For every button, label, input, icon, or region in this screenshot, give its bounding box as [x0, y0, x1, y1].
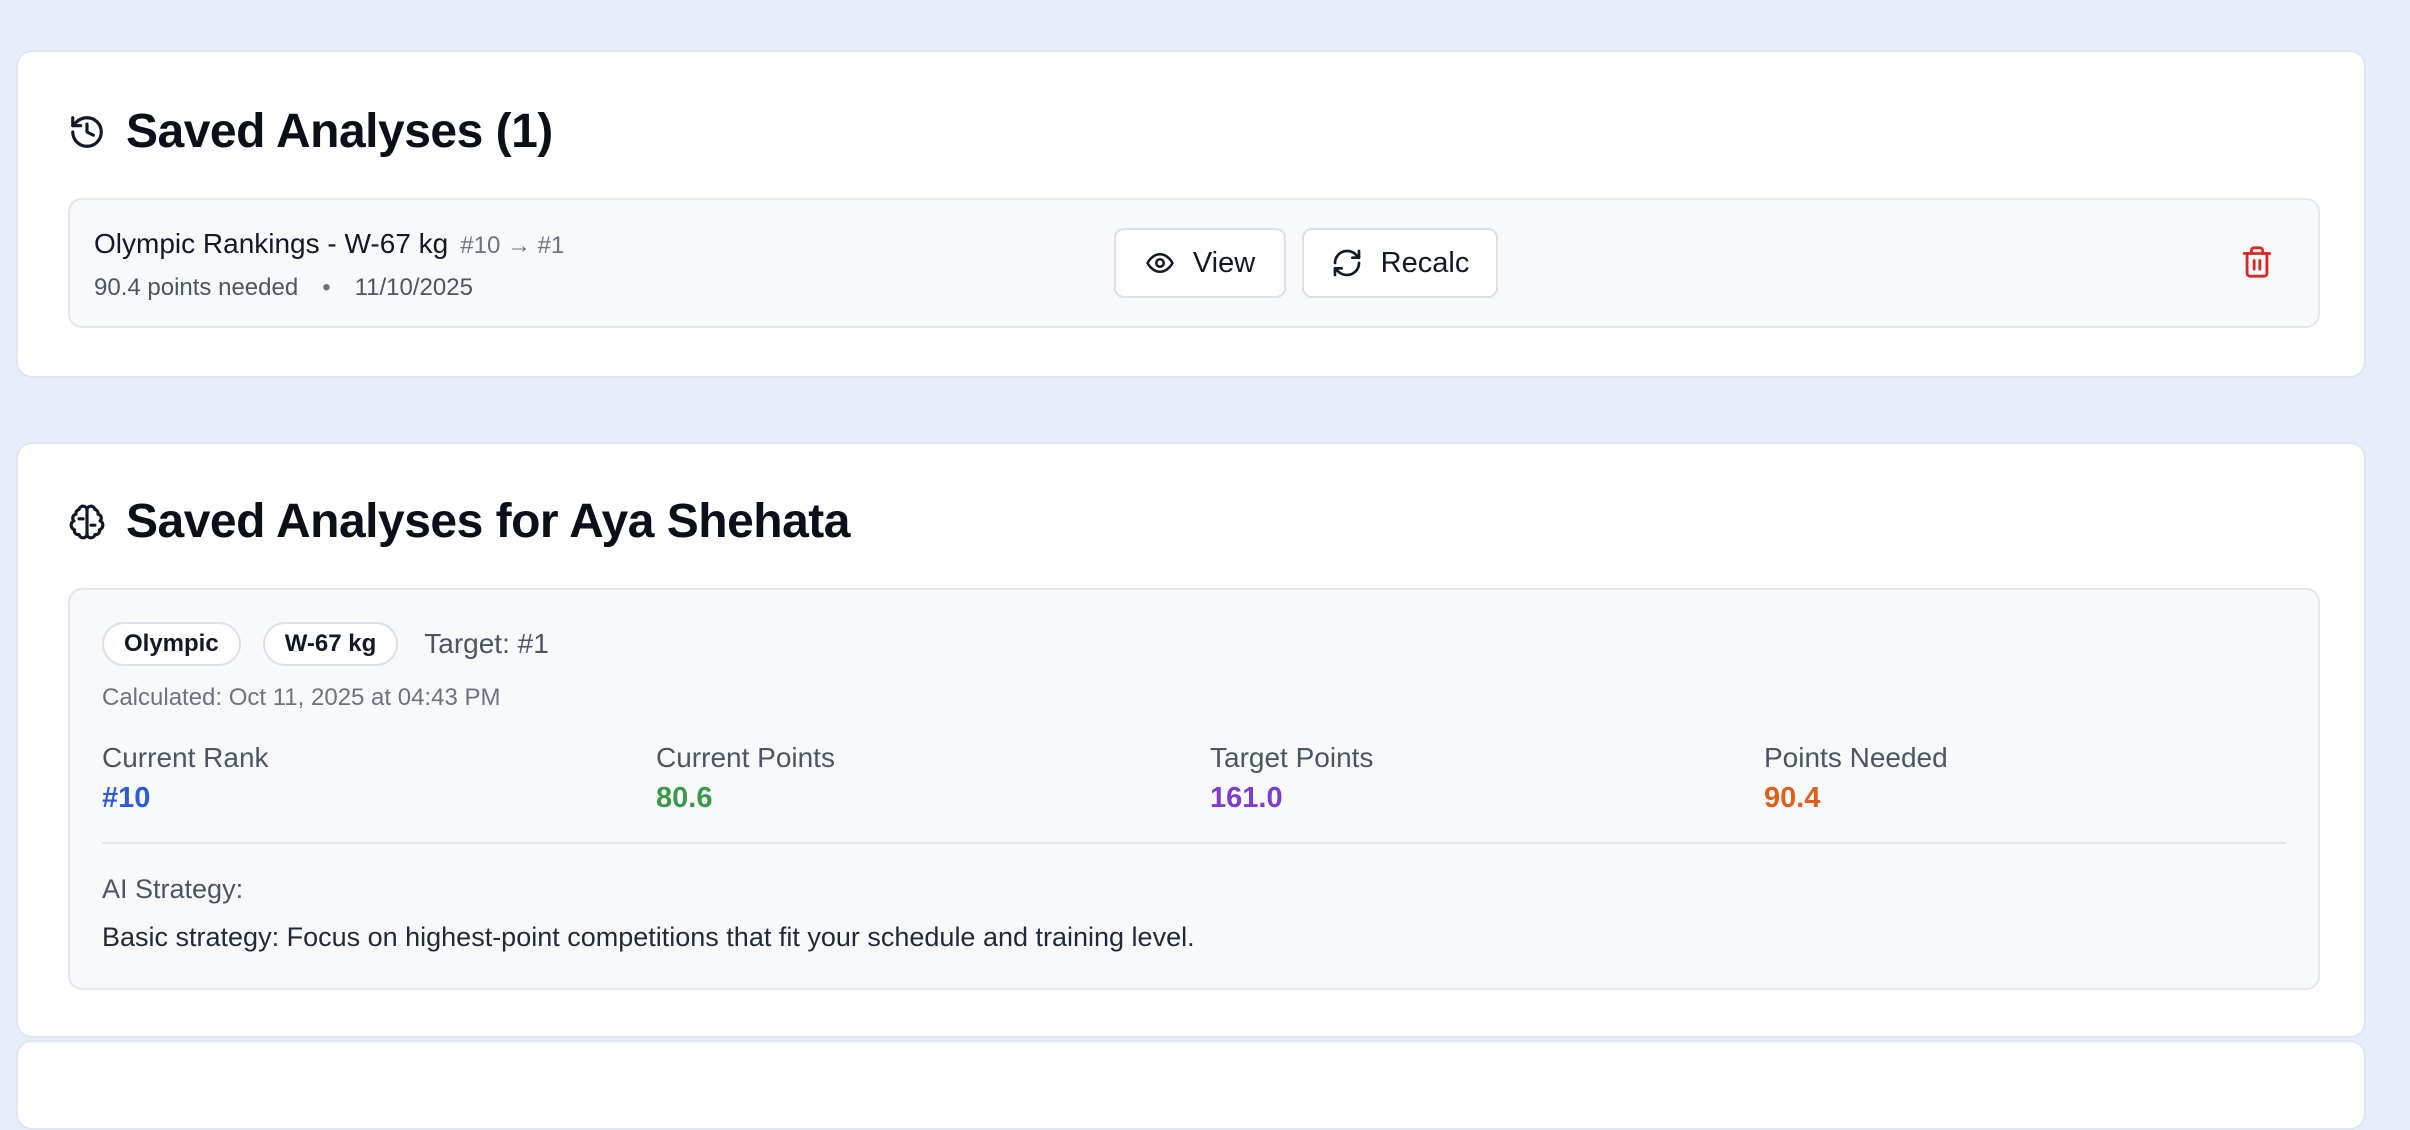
saved-analyses-header: Saved Analyses (1): [68, 104, 553, 159]
badge-weight-class: W-67 kg: [262, 622, 399, 666]
eye-icon: [1145, 248, 1175, 278]
view-button[interactable]: View: [1114, 228, 1286, 298]
stat-value: #10: [102, 782, 151, 814]
stat-label: Target Points: [1210, 742, 1374, 773]
stat-value: 161.0: [1210, 782, 1283, 814]
meta-separator: •: [322, 274, 331, 301]
analysis-meta: 90.4 points needed • 11/10/2025: [94, 274, 473, 302]
recalc-button[interactable]: Recalc: [1302, 228, 1498, 298]
view-button-label: View: [1192, 246, 1256, 279]
recalc-button-label: Recalc: [1380, 246, 1470, 279]
analysis-tags: Olympic W-67 kg Target: #1: [102, 622, 549, 666]
refresh-icon: [1331, 247, 1363, 279]
divider: [102, 842, 2286, 844]
saved-analyses-card: Saved Analyses (1) Olympic Rankings - W-…: [16, 50, 2366, 378]
stat-current-points: Current Points 80.6: [656, 742, 835, 815]
badge-competition: Olympic: [102, 622, 241, 666]
athlete-analyses-card: Saved Analyses for Aya Shehata Olympic W…: [16, 442, 2366, 1038]
stat-value: 90.4: [1764, 782, 1821, 814]
rank-change: #10 → #1: [460, 232, 565, 259]
saved-analysis-item: Olympic Rankings - W-67 kg #10 → #1 90.4 …: [68, 198, 2320, 328]
stat-label: Current Rank: [102, 742, 269, 773]
stat-points-needed: Points Needed 90.4: [1764, 742, 1948, 815]
next-card: [16, 1040, 2366, 1130]
target-rank: Target: #1: [424, 628, 549, 659]
stat-label: Current Points: [656, 742, 835, 773]
stat-label: Points Needed: [1764, 742, 1948, 773]
calculated-timestamp: Calculated: Oct 11, 2025 at 04:43 PM: [102, 684, 501, 711]
analysis-date: 11/10/2025: [354, 274, 473, 301]
ai-strategy-text: Basic strategy: Focus on highest-point c…: [102, 922, 1195, 952]
athlete-analyses-title: Saved Analyses for Aya Shehata: [126, 495, 850, 548]
saved-analyses-title: Saved Analyses (1): [126, 105, 553, 158]
stat-value: 80.6: [656, 782, 713, 814]
analysis-name: Olympic Rankings - W-67 kg: [94, 228, 449, 259]
analysis-name-line: Olympic Rankings - W-67 kg #10 → #1: [94, 228, 564, 260]
brain-icon: [68, 503, 106, 541]
trash-icon[interactable]: [2240, 245, 2274, 284]
athlete-analyses-header: Saved Analyses for Aya Shehata: [68, 494, 850, 549]
analysis-detail: Olympic W-67 kg Target: #1 Calculated: O…: [68, 588, 2320, 990]
points-needed-text: 90.4 points needed: [94, 274, 299, 301]
stat-target-points: Target Points 161.0: [1210, 742, 1373, 815]
history-icon: [68, 113, 106, 151]
ai-strategy-label: AI Strategy:: [102, 874, 244, 904]
stat-current-rank: Current Rank #10: [102, 742, 269, 815]
